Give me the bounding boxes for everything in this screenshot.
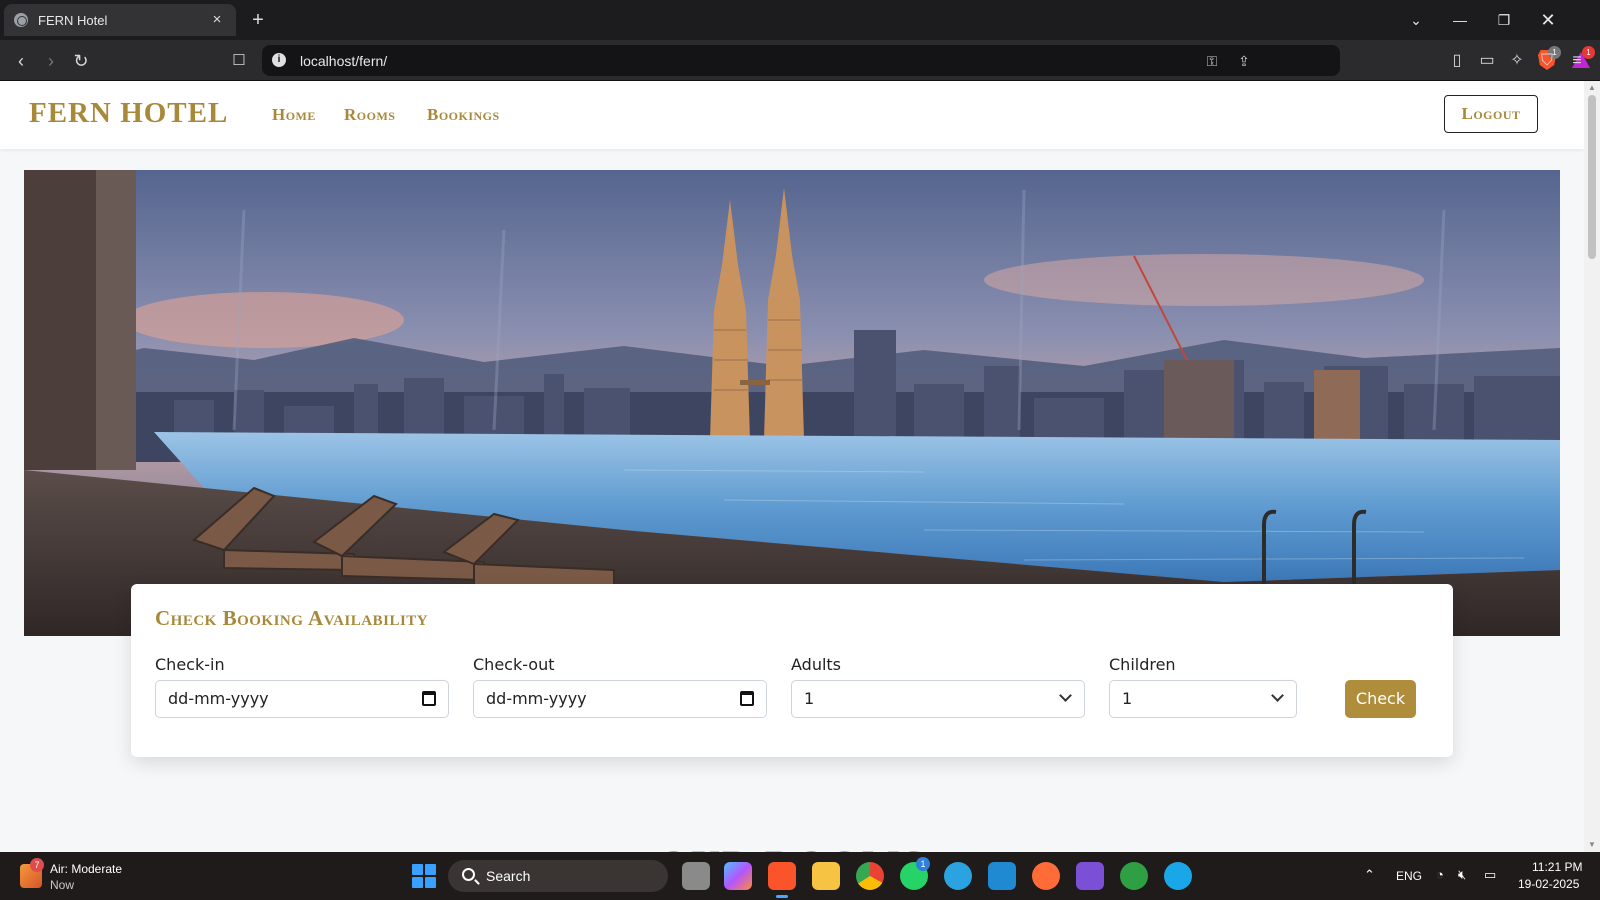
adults-value: 1 <box>804 689 815 708</box>
checkin-date-input[interactable]: dd-mm-yyyy <box>155 680 449 718</box>
globe-icon <box>14 13 28 27</box>
leo-ai-icon[interactable]: ✧ <box>1504 48 1530 74</box>
weather-subtitle: Now <box>50 878 75 892</box>
booking-title: Check Booking Availability <box>155 606 429 630</box>
brave-browser-icon[interactable] <box>768 862 796 898</box>
search-icon <box>462 868 475 881</box>
checkout-label: Check-out <box>473 655 555 674</box>
checkout-date-input[interactable]: dd-mm-yyyy <box>473 680 767 718</box>
checkout-placeholder: dd-mm-yyyy <box>486 689 587 708</box>
page-scrollbar[interactable]: ▲ ▼ <box>1584 81 1600 852</box>
restore-button[interactable]: ❐ <box>1486 6 1522 34</box>
weather-widget[interactable]: 7 Air: Moderate Now <box>18 858 148 892</box>
address-bar[interactable]: i localhost/fern/ ⚿ ⇪ 1 1 <box>262 45 1595 76</box>
tab-title: FERN Hotel <box>38 12 108 28</box>
menu-icon[interactable]: ≡ <box>1564 48 1590 74</box>
children-label: Children <box>1109 655 1176 674</box>
scrollbar-thumb[interactable] <box>1588 95 1596 259</box>
minimize-button[interactable]: — <box>1442 6 1478 34</box>
browser-tab-strip: FERN Hotel × + ⌄ — ❐ ✕ <box>0 0 1600 40</box>
children-value: 1 <box>1122 689 1133 708</box>
postman-icon[interactable] <box>1032 862 1060 890</box>
chrome-icon[interactable] <box>856 862 884 890</box>
weather-title: Air: Moderate <box>50 862 123 876</box>
taskbar-search-label: Search <box>486 868 531 884</box>
site-header: FERN HOTEL Home Rooms Bookings Logout <box>0 81 1584 149</box>
scroll-up-icon[interactable]: ▲ <box>1584 81 1600 95</box>
whatsapp-badge: 1 <box>916 857 930 871</box>
site-logo[interactable]: FERN HOTEL <box>29 97 228 130</box>
scroll-down-icon[interactable]: ▼ <box>1584 838 1600 852</box>
sidebar-toggle-icon[interactable]: ▯ <box>1444 48 1470 74</box>
wallet-icon[interactable]: ▭ <box>1474 48 1500 74</box>
browser-tab[interactable]: FERN Hotel × <box>4 4 236 36</box>
nav-rooms[interactable]: Rooms <box>344 105 395 125</box>
volume-muted-icon[interactable]: 🔇︎ <box>1458 867 1466 883</box>
tab-search-chevron-icon[interactable]: ⌄ <box>1398 6 1434 34</box>
windows-start-icon[interactable] <box>412 864 436 888</box>
windows-taskbar: 7 Air: Moderate Now Search 1 ⌃ ENG ◔ 🔇︎ … <box>0 852 1600 900</box>
file-explorer-icon[interactable] <box>812 862 840 890</box>
xbox-icon[interactable] <box>1120 862 1148 890</box>
skyline-pool-illustration <box>24 170 1560 636</box>
browser-toolbar: ‹ › ↻ ☐ i localhost/fern/ ⚿ ⇪ 1 1 ▯ ▭ ✧ … <box>0 40 1600 81</box>
telegram-icon[interactable] <box>944 862 972 890</box>
tray-overflow-chevron-icon[interactable]: ⌃ <box>1364 867 1375 883</box>
tab-close-icon[interactable]: × <box>208 11 226 29</box>
nav-bookings[interactable]: Bookings <box>427 105 500 125</box>
vscode-icon[interactable] <box>988 862 1016 890</box>
clock-time[interactable]: 11:21 PM <box>1532 860 1582 874</box>
close-window-button[interactable]: ✕ <box>1530 6 1566 34</box>
calendar-icon[interactable] <box>422 691 436 706</box>
url-text[interactable]: localhost/fern/ <box>300 53 387 69</box>
our-rooms-heading: OUR ROOMS <box>0 841 1584 852</box>
battery-icon[interactable]: ▭ <box>1484 867 1496 883</box>
new-tab-button[interactable]: + <box>246 8 270 32</box>
booking-availability-card: Check Booking Availability Check-in dd-m… <box>131 584 1453 757</box>
hero-image <box>24 170 1560 636</box>
vpn-shield-icon[interactable]: ⛉ <box>1534 48 1560 74</box>
calendar-icon[interactable] <box>740 691 754 706</box>
copilot-icon[interactable] <box>724 862 752 890</box>
checkin-label: Check-in <box>155 655 225 674</box>
task-view-icon[interactable] <box>682 862 710 890</box>
children-select[interactable]: 1 <box>1109 680 1297 718</box>
taskbar-search[interactable]: Search <box>448 860 668 892</box>
logout-button[interactable]: Logout <box>1444 95 1538 133</box>
key-icon[interactable]: ⚿ <box>1202 51 1222 71</box>
clock-date[interactable]: 19-02-2025 <box>1518 877 1579 891</box>
site-info-icon[interactable]: i <box>272 53 286 67</box>
edge-drop-icon[interactable] <box>1164 862 1192 890</box>
photos-icon[interactable] <box>1076 862 1104 890</box>
language-indicator[interactable]: ENG <box>1396 869 1422 883</box>
bookmark-icon[interactable]: ☐ <box>226 48 252 74</box>
weather-badge: 7 <box>30 858 44 872</box>
page-viewport: FERN HOTEL Home Rooms Bookings Logout Ch… <box>0 81 1584 852</box>
adults-label: Adults <box>791 655 842 674</box>
wifi-icon[interactable]: ◔ <box>1436 867 1444 882</box>
share-icon[interactable]: ⇪ <box>1234 51 1254 71</box>
forward-button[interactable]: › <box>38 48 64 74</box>
check-availability-button[interactable]: Check <box>1345 680 1416 718</box>
back-button[interactable]: ‹ <box>8 48 34 74</box>
nav-home[interactable]: Home <box>272 105 316 125</box>
chevron-down-icon <box>1059 689 1072 702</box>
adults-select[interactable]: 1 <box>791 680 1085 718</box>
reload-button[interactable]: ↻ <box>68 48 94 74</box>
chevron-down-icon <box>1271 689 1284 702</box>
checkin-placeholder: dd-mm-yyyy <box>168 689 269 708</box>
